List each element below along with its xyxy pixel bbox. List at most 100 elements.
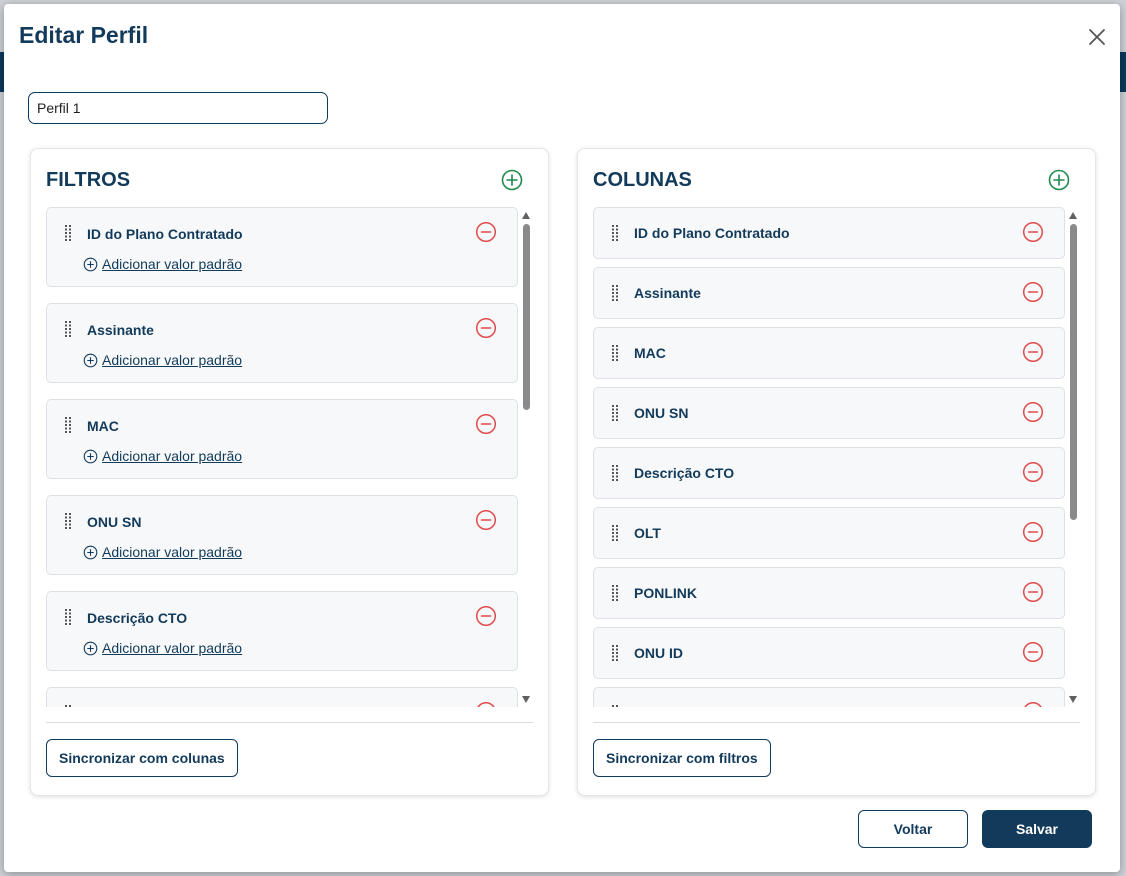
remove-item-button[interactable]	[475, 317, 497, 339]
column-item: ONU ID	[593, 627, 1065, 679]
column-item: PONLINK	[593, 567, 1065, 619]
drag-handle-icon[interactable]	[64, 608, 72, 626]
minus-circle-icon	[475, 605, 497, 627]
drag-handle-icon[interactable]	[64, 704, 72, 707]
remove-item-button[interactable]	[475, 413, 497, 435]
remove-item-button[interactable]	[475, 509, 497, 531]
modal-title: Editar Perfil	[19, 22, 149, 48]
remove-item-button[interactable]	[1022, 221, 1044, 243]
column-item-label: PONLINK	[634, 585, 697, 601]
plus-circle-small-icon	[83, 641, 98, 655]
minus-circle-icon	[475, 413, 497, 435]
minus-circle-icon	[1022, 341, 1044, 363]
minus-circle-icon	[1022, 401, 1044, 423]
column-item: OLT	[593, 507, 1065, 559]
remove-item-button[interactable]	[1022, 401, 1044, 423]
columns-scrollbar[interactable]	[1068, 207, 1079, 707]
drag-handle-icon[interactable]	[611, 404, 619, 422]
remove-item-button[interactable]	[1022, 281, 1044, 303]
column-item-label: MAC	[634, 345, 666, 361]
remove-item-button[interactable]	[1022, 581, 1044, 603]
back-button[interactable]: Voltar	[858, 810, 968, 848]
remove-item-button[interactable]	[1022, 701, 1044, 707]
minus-circle-icon	[475, 317, 497, 339]
plus-circle-small-icon	[83, 545, 98, 559]
plus-circle-icon	[501, 169, 523, 191]
filters-panel-title: FILTROS	[46, 169, 131, 191]
add-default-value-label: Adicionar valor padrão	[102, 448, 243, 464]
remove-item-button[interactable]	[475, 221, 497, 243]
remove-item-button[interactable]	[1022, 341, 1044, 363]
remove-item-button[interactable]	[475, 701, 497, 707]
drag-handle-icon[interactable]	[611, 464, 619, 482]
add-filter-button[interactable]	[500, 168, 524, 192]
minus-circle-icon	[1022, 521, 1044, 543]
divider	[46, 722, 533, 723]
filter-item-partial	[46, 687, 518, 707]
minus-circle-icon	[477, 701, 495, 707]
drag-handle-icon[interactable]	[64, 320, 72, 338]
plus-circle-icon	[1048, 169, 1070, 191]
columns-panel: COLUNAS ID do Plano Contratado Assinante M…	[577, 148, 1096, 796]
scroll-down-arrow-icon[interactable]	[1069, 696, 1077, 703]
filters-scrollbar[interactable]	[521, 207, 532, 707]
sync-with-filters-button[interactable]: Sincronizar com filtros	[593, 739, 771, 777]
column-item-label: ONU SN	[634, 405, 689, 421]
scroll-down-arrow-icon[interactable]	[522, 696, 530, 703]
add-default-value-link[interactable]: Adicionar valor padrão	[83, 544, 242, 560]
scrollbar-thumb[interactable]	[523, 224, 530, 410]
add-column-button[interactable]	[1047, 168, 1071, 192]
save-button[interactable]: Salvar	[982, 810, 1092, 848]
plus-circle-small-icon	[83, 353, 98, 367]
drag-handle-icon[interactable]	[64, 512, 72, 530]
minus-circle-icon	[1022, 221, 1044, 243]
minus-circle-icon	[1022, 581, 1044, 603]
scroll-up-arrow-icon[interactable]	[1069, 212, 1077, 219]
profile-name-input[interactable]	[28, 92, 328, 124]
filter-item: Descrição CTO Adicionar valor padrão	[46, 591, 518, 671]
column-item-label: Assinante	[634, 285, 701, 301]
drag-handle-icon[interactable]	[611, 284, 619, 302]
filter-item: ID do Plano Contratado Adicionar valor pa…	[46, 207, 518, 287]
scrollbar-thumb[interactable]	[1070, 224, 1077, 520]
filters-panel: FILTROS ID do Plano Contratado Adicionar …	[30, 148, 549, 796]
add-default-value-link[interactable]: Adicionar valor padrão	[83, 256, 242, 272]
remove-item-button[interactable]	[1022, 461, 1044, 483]
filter-item-label: ONU SN	[87, 514, 142, 530]
column-item: MAC	[593, 327, 1065, 379]
drag-handle-icon[interactable]	[611, 344, 619, 362]
close-icon	[1089, 29, 1105, 45]
remove-item-button[interactable]	[475, 605, 497, 627]
add-default-value-link[interactable]: Adicionar valor padrão	[83, 448, 242, 464]
filter-item: ONU SN Adicionar valor padrão	[46, 495, 518, 575]
sync-with-columns-button[interactable]: Sincronizar com colunas	[46, 739, 238, 777]
column-item: Assinante	[593, 267, 1065, 319]
edit-profile-modal: Editar Perfil FILTROS ID do Plano Contra…	[4, 4, 1120, 872]
filter-item: MAC Adicionar valor padrão	[46, 399, 518, 479]
drag-handle-icon[interactable]	[611, 224, 619, 242]
drag-handle-icon[interactable]	[611, 584, 619, 602]
remove-item-button[interactable]	[1022, 521, 1044, 543]
minus-circle-icon	[1022, 461, 1044, 483]
filter-item-label: Descrição CTO	[87, 610, 188, 626]
drag-handle-icon[interactable]	[611, 524, 619, 542]
minus-circle-icon	[1024, 701, 1042, 707]
minus-circle-icon	[1022, 281, 1044, 303]
add-default-value-label: Adicionar valor padrão	[102, 256, 243, 272]
close-button[interactable]	[1084, 24, 1110, 50]
minus-circle-icon	[1022, 641, 1044, 663]
drag-handle-icon[interactable]	[611, 644, 619, 662]
columns-list[interactable]: ID do Plano Contratado Assinante MAC ONU SN…	[593, 207, 1067, 707]
drag-handle-icon[interactable]	[64, 416, 72, 434]
scroll-up-arrow-icon[interactable]	[522, 212, 530, 219]
divider	[593, 722, 1080, 723]
column-item: ONU SN	[593, 387, 1065, 439]
drag-handle-icon[interactable]	[64, 224, 72, 242]
drag-handle-icon[interactable]	[611, 704, 619, 707]
filters-list[interactable]: ID do Plano Contratado Adicionar valor pa…	[46, 207, 520, 707]
remove-item-button[interactable]	[1022, 641, 1044, 663]
minus-circle-icon	[475, 221, 497, 243]
add-default-value-link[interactable]: Adicionar valor padrão	[83, 352, 242, 368]
column-item-label: ONU ID	[634, 645, 683, 661]
add-default-value-link[interactable]: Adicionar valor padrão	[83, 640, 242, 656]
